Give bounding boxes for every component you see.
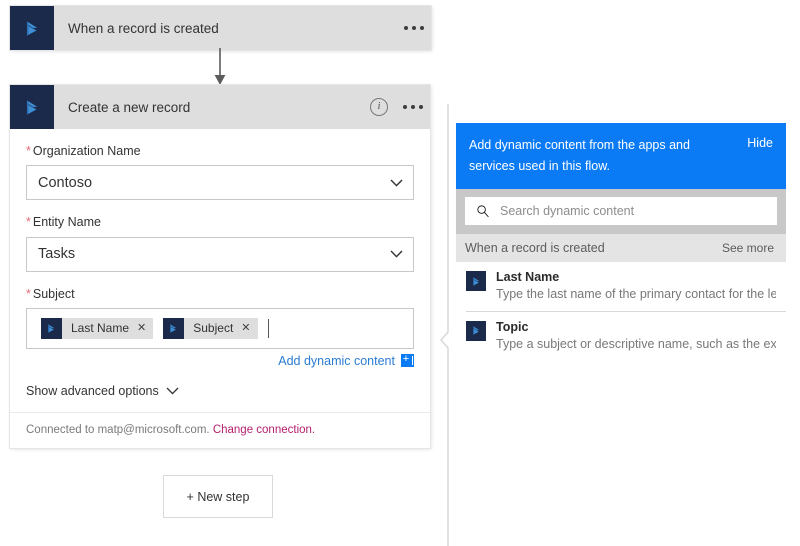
required-marker: *	[26, 215, 31, 229]
field-label-organization-name: *Organization Name	[26, 143, 414, 159]
see-more-link[interactable]: See more	[722, 241, 774, 255]
list-item-description: Type a subject or descriptive name, such…	[496, 336, 776, 354]
change-connection-link[interactable]: Change connection.	[213, 424, 315, 436]
token-label: Subject	[184, 321, 241, 335]
text-caret	[268, 319, 269, 338]
list-item[interactable]: Last Name Type the last name of the prim…	[456, 262, 786, 310]
ellipsis-icon[interactable]	[396, 85, 430, 129]
add-dynamic-content-link[interactable]: Add dynamic content	[278, 354, 395, 368]
field-organization-name: *Organization Name Contoso	[26, 143, 414, 200]
chevron-down-icon	[390, 179, 403, 187]
show-advanced-options-label: Show advanced options	[26, 384, 159, 398]
new-step-button[interactable]: + New step	[163, 475, 273, 518]
action-card-header[interactable]: Create a new record i	[10, 85, 430, 129]
flow-card-action[interactable]: Create a new record i *Organization Name…	[10, 85, 430, 448]
required-marker: *	[26, 287, 31, 301]
list-item-text: Last Name Type the last name of the prim…	[496, 269, 776, 303]
add-dynamic-badge-icon[interactable]	[401, 354, 414, 367]
hide-panel-button[interactable]: Hide	[747, 135, 773, 176]
dynamic-content-header-text: Add dynamic content from the apps and se…	[469, 135, 747, 176]
search-input-placeholder[interactable]: Search dynamic content	[500, 204, 634, 218]
token-label: Last Name	[62, 321, 137, 335]
dynamic-content-panel: Add dynamic content from the apps and se…	[456, 123, 786, 360]
trigger-card-title: When a record is created	[54, 21, 397, 36]
action-card-title: Create a new record	[54, 100, 362, 115]
field-label-subject: *Subject	[26, 286, 414, 302]
trigger-card-header[interactable]: When a record is created	[10, 6, 431, 50]
dynamic-content-group-title: When a record is created	[465, 241, 722, 255]
connected-to-text: Connected to matp@microsoft.com.	[26, 424, 210, 436]
chevron-down-icon	[166, 387, 179, 395]
field-entity-name: *Entity Name Tasks	[26, 214, 414, 271]
field-label-entity-name: *Entity Name	[26, 214, 414, 230]
search-dynamic-content-field[interactable]: Search dynamic content	[465, 197, 777, 225]
close-x-icon[interactable]: ✕	[137, 323, 153, 334]
action-card-body: *Organization Name Contoso *Entity Name …	[10, 129, 430, 398]
list-item-title: Last Name	[496, 269, 776, 286]
new-step-label: + New step	[187, 490, 250, 504]
organization-name-dropdown[interactable]: Contoso	[26, 165, 414, 200]
subject-token-input[interactable]: Last Name ✕ Subject ✕	[26, 308, 414, 349]
close-x-icon[interactable]: ✕	[241, 323, 257, 334]
organization-name-value: Contoso	[38, 175, 92, 191]
dynamics-play-icon	[10, 6, 54, 50]
dynamic-content-search-container: Search dynamic content	[456, 189, 786, 234]
search-icon	[476, 204, 490, 218]
required-marker: *	[26, 144, 31, 158]
list-item-title: Topic	[496, 319, 776, 336]
connection-footer: Connected to matp@microsoft.com. Change …	[10, 412, 430, 448]
token-chip[interactable]: Last Name ✕	[41, 318, 153, 339]
add-dynamic-content-row[interactable]: Add dynamic content	[26, 354, 414, 368]
token-chip[interactable]: Subject ✕	[163, 318, 257, 339]
show-advanced-options-toggle[interactable]: Show advanced options	[26, 384, 414, 398]
list-item[interactable]: Topic Type a subject or descriptive name…	[466, 311, 786, 360]
dynamics-play-icon	[466, 271, 486, 291]
panel-divider	[440, 104, 456, 546]
dynamic-content-group-header: When a record is created See more	[456, 234, 786, 262]
list-item-text: Topic Type a subject or descriptive name…	[496, 319, 776, 353]
dynamics-play-icon	[466, 321, 486, 341]
ellipsis-icon[interactable]	[397, 6, 431, 50]
entity-name-dropdown[interactable]: Tasks	[26, 237, 414, 272]
dynamic-content-header: Add dynamic content from the apps and se…	[456, 123, 786, 189]
list-item-description: Type the last name of the primary contac…	[496, 286, 776, 304]
flow-canvas: When a record is created Create a new re…	[0, 0, 450, 546]
down-arrow-icon	[213, 48, 227, 86]
dynamics-play-icon	[41, 318, 62, 339]
dynamics-play-icon	[163, 318, 184, 339]
flow-card-trigger[interactable]: When a record is created	[10, 6, 431, 50]
dynamics-play-icon	[10, 85, 54, 129]
dynamic-content-list: Last Name Type the last name of the prim…	[456, 262, 786, 360]
entity-name-value: Tasks	[38, 246, 75, 262]
field-subject: *Subject Last Name ✕	[26, 286, 414, 368]
chevron-down-icon	[390, 250, 403, 258]
info-icon[interactable]: i	[362, 85, 396, 129]
